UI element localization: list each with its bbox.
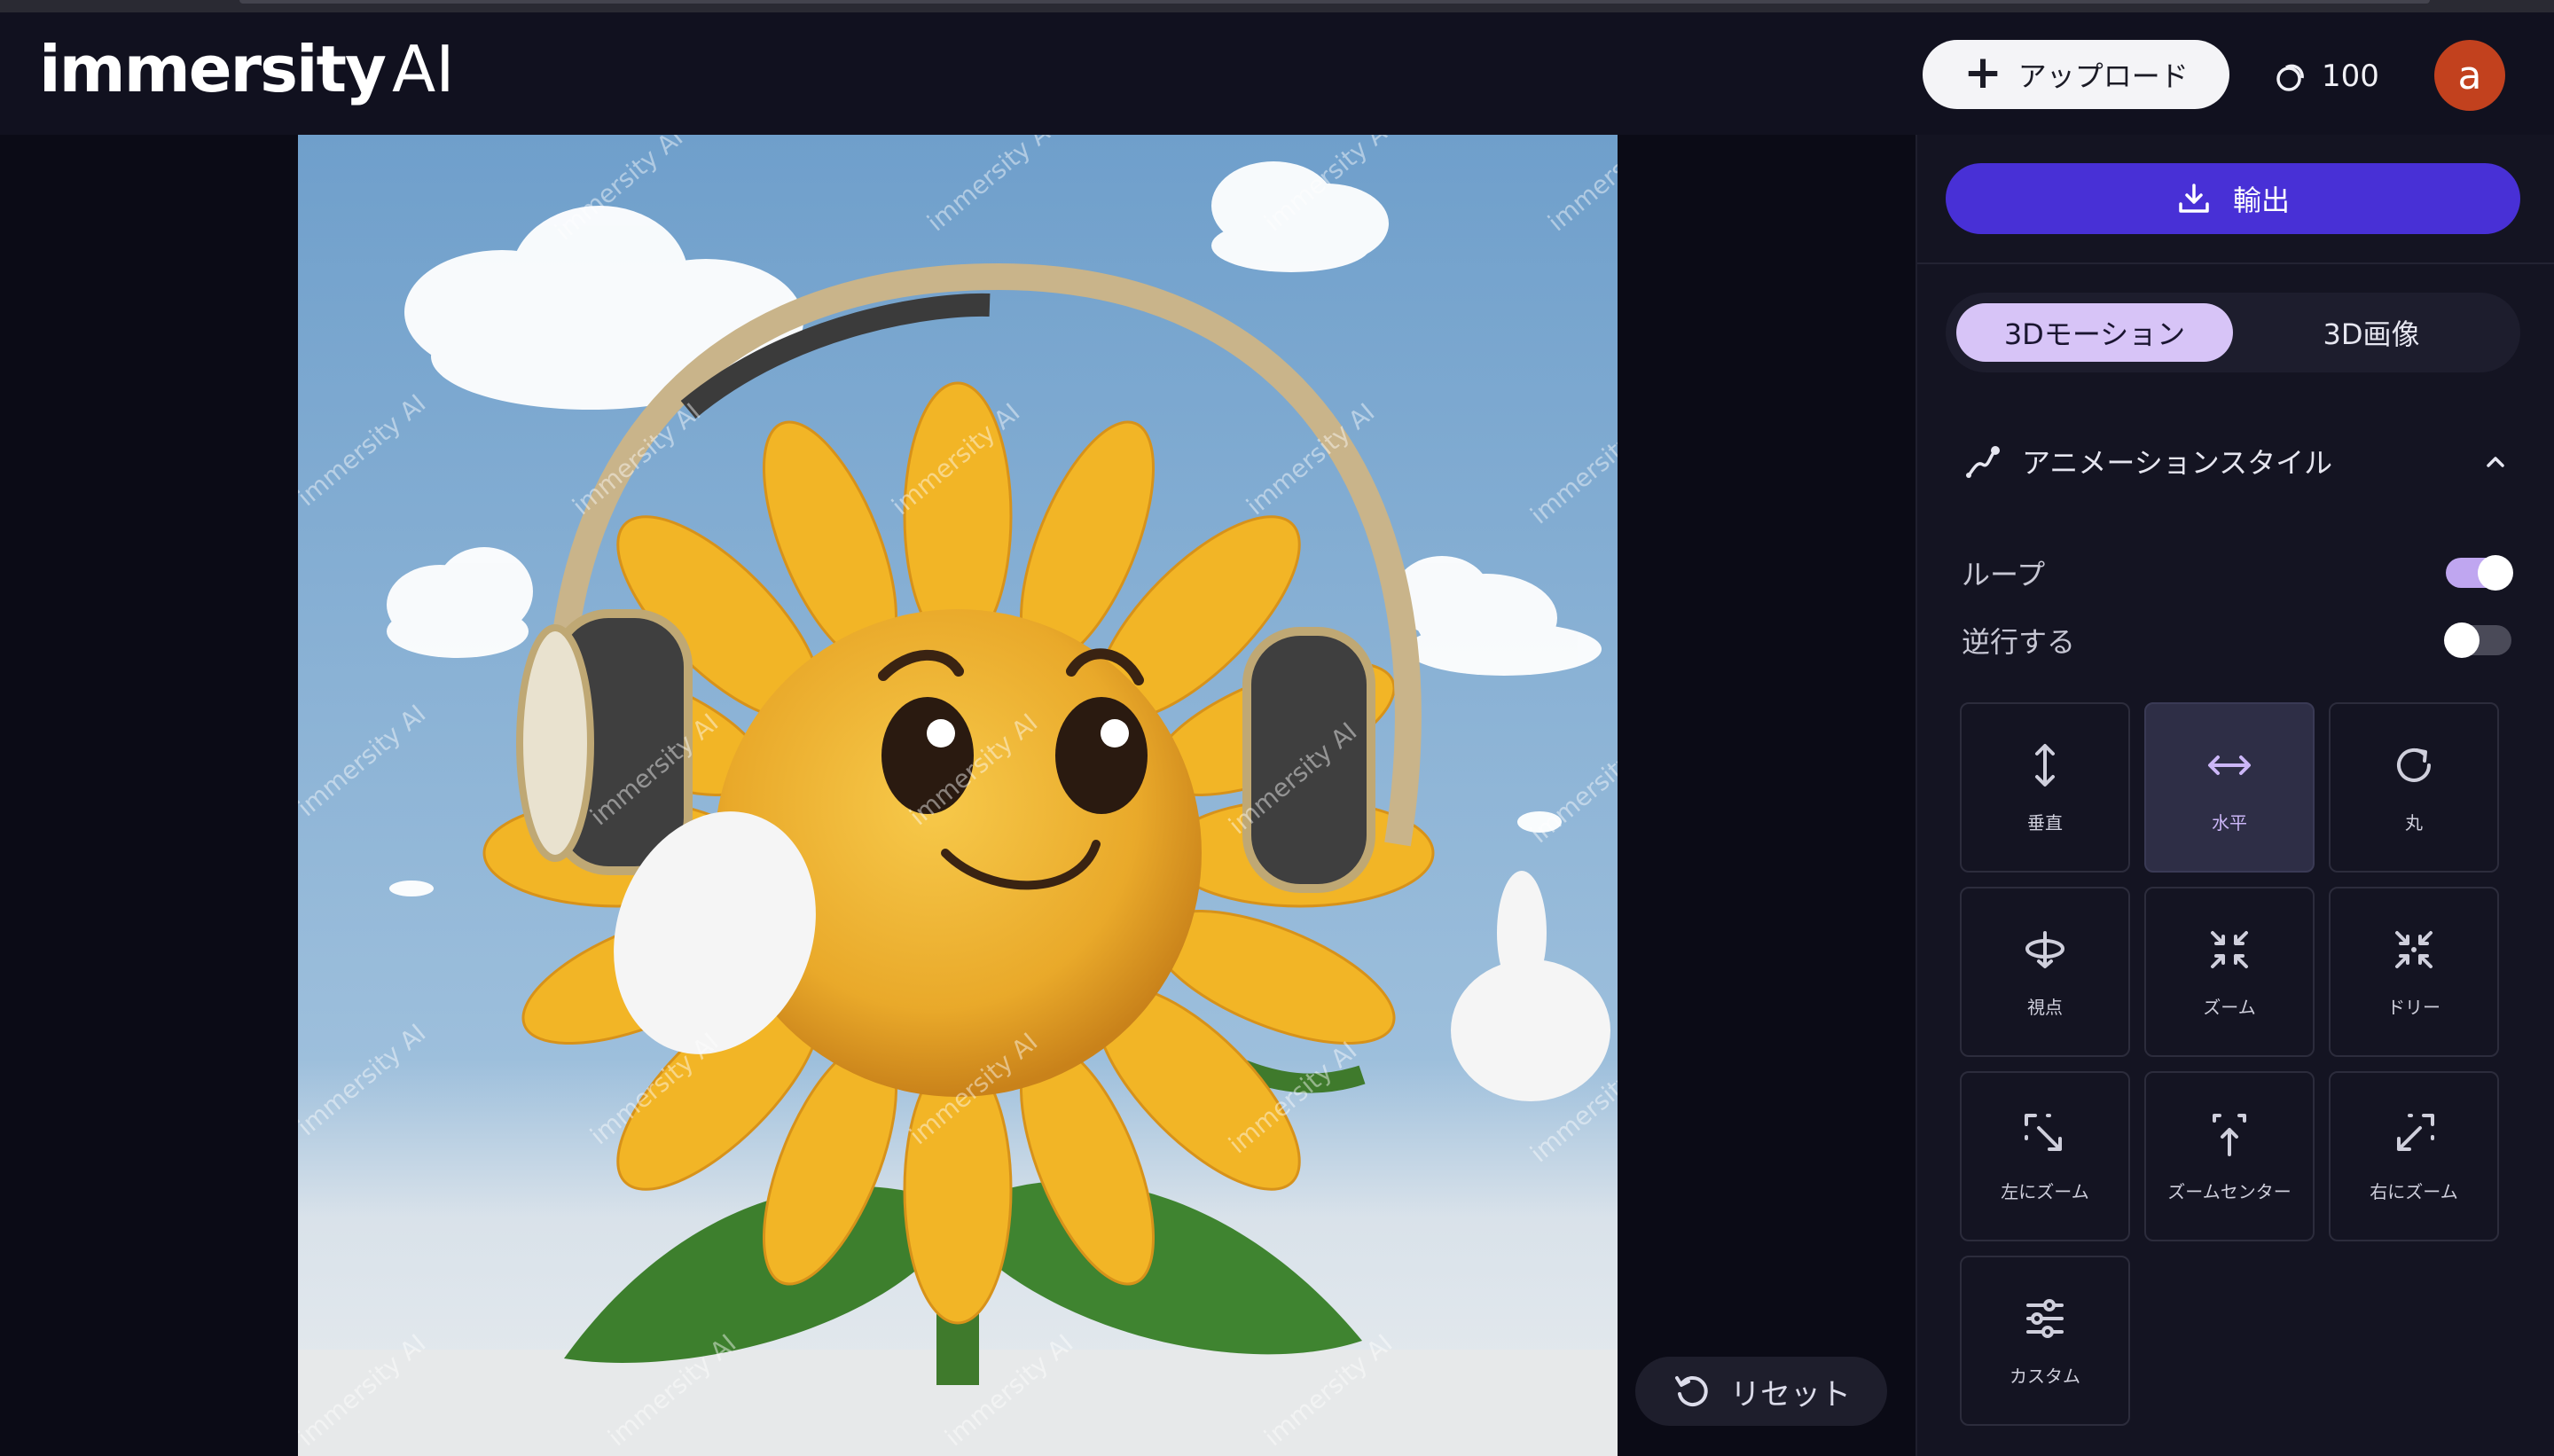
toggle-knob [2478, 555, 2513, 591]
chevron-up-icon[interactable] [2478, 443, 2513, 479]
divider [1917, 262, 2554, 264]
tile-label: 視点 [2027, 996, 2063, 1018]
motion-circle-button[interactable]: 丸 [2329, 702, 2499, 873]
loop-toggle[interactable] [2446, 555, 2513, 591]
reset-button[interactable]: リセット [1635, 1357, 1887, 1426]
motion-horizontal-button[interactable]: 水平 [2144, 702, 2315, 873]
upload-button[interactable]: + アップロード [1923, 40, 2229, 109]
preview-image[interactable]: immersity AI immersity AI immersity AI i… [298, 135, 1618, 1456]
credits-counter[interactable]: 100 [2274, 59, 2379, 94]
logo-suffix: AI [391, 32, 455, 106]
mode-tabs: 3Dモーション 3D画像 [1946, 293, 2520, 372]
tile-label: 丸 [2405, 811, 2423, 834]
tile-label: カスタム [2010, 1365, 2080, 1387]
upload-button-label: アップロード [2017, 59, 2189, 93]
dolly-icon [2395, 930, 2433, 968]
zoom-right-icon [2397, 1113, 2434, 1151]
sliders-icon [2026, 1298, 2064, 1338]
tile-label: ドリー [2387, 996, 2440, 1018]
sunflower-illustration: immersity AI immersity AI immersity AI i… [298, 135, 1618, 1456]
avatar-letter: a [2457, 52, 2482, 98]
reset-button-label: リセット [1730, 1376, 1851, 1413]
tile-label: 垂直 [2027, 811, 2063, 834]
tab-label: 3Dモーション [2003, 317, 2186, 351]
motion-custom-button[interactable]: カスタム [1960, 1256, 2130, 1426]
tab-3d-motion[interactable]: 3Dモーション [1956, 303, 2233, 362]
motion-perspective-button[interactable]: 視点 [1960, 887, 2130, 1057]
export-button[interactable]: 輸出 [1946, 163, 2520, 234]
orbit-icon [2025, 930, 2064, 968]
avatar[interactable]: a [2434, 40, 2505, 111]
motion-zoom-right-button[interactable]: 右にズーム [2329, 1071, 2499, 1241]
credits-icon [2276, 64, 2304, 91]
motion-style-grid: 垂直 水平 丸 視点 ズーム ドリー 左にズーム ズームセンター 右にズーム カ… [1960, 702, 2501, 1426]
download-icon [2179, 184, 2209, 213]
motion-dolly-button[interactable]: ドリー [2329, 887, 2499, 1057]
tab-3d-image[interactable]: 3D画像 [2233, 303, 2510, 362]
loop-label: ループ [1962, 558, 2046, 591]
tile-label: ズーム [2203, 996, 2256, 1018]
reverse-toggle[interactable] [2444, 622, 2511, 658]
tile-label: ズームセンター [2167, 1180, 2292, 1202]
motion-zoom-button[interactable]: ズーム [2144, 887, 2315, 1057]
settings-sidebar: 輸出 3Dモーション 3D画像 アニメーションスタイル ループ 逆行する 垂直 … [1916, 135, 2554, 1456]
export-button-label: 輸出 [2232, 184, 2290, 217]
motion-vertical-button[interactable]: 垂直 [1960, 702, 2130, 873]
app-header: immersity AI + アップロード 100 a [0, 12, 2554, 135]
horizontal-arrows-icon [2208, 755, 2251, 775]
preview-canvas: immersity AI immersity AI immersity AI i… [0, 135, 1916, 1456]
zoom-center-icon [2213, 1113, 2246, 1156]
tab-bar-edge [239, 0, 2430, 4]
loop-row: ループ [1962, 548, 2513, 598]
toggle-knob [2444, 622, 2480, 658]
plus-icon: + [1963, 46, 2002, 99]
zoom-in-icon [2211, 930, 2248, 968]
section-title: アニメーションスタイル [2022, 446, 2333, 480]
motion-zoom-center-button[interactable]: ズームセンター [2144, 1071, 2315, 1241]
animation-style-header[interactable]: アニメーションスタイル [1963, 434, 2513, 488]
window-top-strip [0, 0, 2554, 12]
tile-label: 水平 [2212, 811, 2247, 834]
vertical-arrows-icon [2035, 743, 2055, 787]
circle-arrow-icon [2397, 748, 2431, 782]
motion-zoom-left-button[interactable]: 左にズーム [1960, 1071, 2130, 1241]
credits-value: 100 [2322, 59, 2379, 94]
reset-icon [1675, 1376, 1708, 1406]
tile-label: 右にズーム [2370, 1180, 2458, 1202]
app-logo[interactable]: immersity AI [39, 37, 454, 101]
motion-path-icon [1966, 446, 2000, 478]
zoom-left-icon [2025, 1113, 2062, 1151]
tab-label: 3D画像 [2323, 317, 2420, 351]
reverse-label: 逆行する [1962, 625, 2076, 659]
tile-label: 左にズーム [2001, 1180, 2089, 1202]
logo-main: immersity [39, 32, 387, 106]
reverse-row: 逆行する [1962, 615, 2511, 665]
